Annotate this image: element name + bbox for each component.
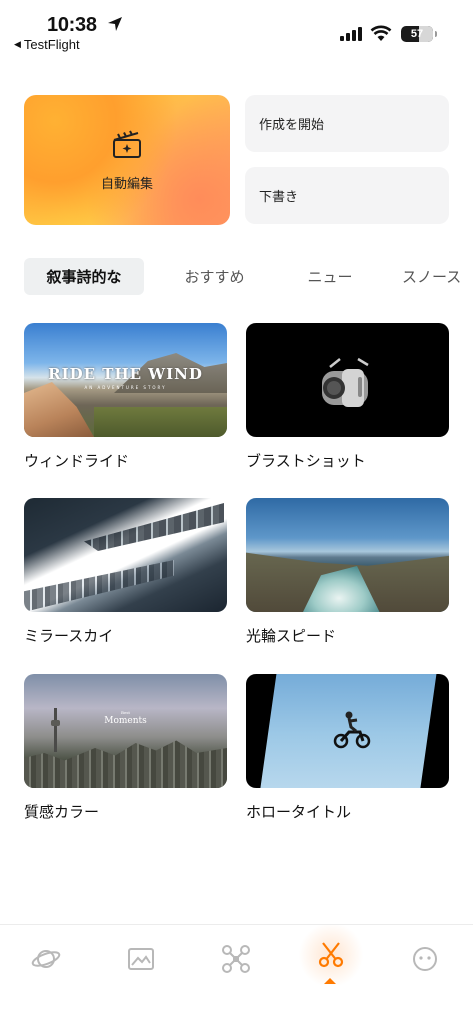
gallery-icon	[128, 948, 154, 970]
template-card[interactable]: 光輪スピード	[246, 498, 449, 646]
tab-label: おすすめ	[184, 268, 245, 286]
tab-album[interactable]	[121, 939, 161, 979]
drafts-label: 下書き	[259, 190, 299, 205]
tab-label: スノース	[402, 268, 462, 286]
battery-indicator: 57	[401, 26, 437, 42]
tab-device[interactable]	[216, 939, 256, 979]
location-arrow-icon	[108, 17, 122, 31]
tab-epic[interactable]: 叙事詩的な	[24, 258, 144, 295]
tab-profile[interactable]	[405, 939, 445, 979]
bottom-tab-bar	[0, 924, 473, 1024]
back-triangle-icon: ◀	[14, 39, 21, 49]
tab-explore[interactable]	[26, 939, 66, 979]
tab-recommended[interactable]: おすすめ	[172, 258, 257, 295]
drafts-button[interactable]: 下書き	[245, 167, 449, 224]
profile-icon	[413, 947, 437, 971]
thumbnail-title: Moments	[104, 716, 147, 726]
status-bar: 10:38 ◀ TestFlight 57	[0, 0, 473, 60]
template-card[interactable]: ブラストショット	[246, 323, 449, 471]
start-creating-button[interactable]: 作成を開始	[245, 95, 449, 152]
thumbnail-subtitle: AN ADVENTURE STORY	[84, 385, 167, 390]
wifi-icon	[370, 25, 392, 41]
cellular-signal-icon	[340, 27, 362, 41]
template-card[interactable]: ミラースカイ	[24, 498, 227, 646]
template-name: ミラースカイ	[24, 627, 114, 645]
planet-icon	[31, 950, 61, 968]
template-name: ホロータイトル	[246, 803, 352, 821]
template-name: 光輪スピード	[246, 627, 337, 645]
status-time: 10:38	[47, 14, 97, 36]
tab-edit[interactable]	[296, 925, 366, 985]
tab-snow[interactable]: スノース	[402, 258, 473, 295]
auto-edit-label: 自動編集	[100, 176, 153, 192]
template-name: ブラストショット	[246, 452, 366, 470]
template-card[interactable]: RIDE THE WIND AN ADVENTURE STORY ウィンドライド	[24, 323, 227, 471]
template-thumbnail	[246, 674, 449, 788]
template-thumbnail	[246, 498, 449, 612]
thumbnail-title-block: Best Moments	[24, 710, 227, 726]
template-thumbnail	[246, 323, 449, 437]
template-thumbnail: Best Moments	[24, 674, 227, 788]
clapperboard-icon	[113, 130, 141, 158]
battery-percent: 57	[410, 28, 424, 40]
tab-label: ニュー	[307, 268, 353, 286]
scissors-icon	[318, 942, 344, 968]
template-name: 質感カラー	[24, 803, 100, 821]
fpv-goggles-image	[322, 357, 369, 407]
drone-icon	[222, 945, 250, 973]
auto-edit-card[interactable]: 自動編集	[24, 95, 230, 225]
thumbnail-small-text: Best	[121, 710, 130, 715]
category-tabs: 叙事詩的な おすすめ ニュー スノース	[24, 258, 473, 296]
template-name: ウィンドライド	[24, 452, 130, 470]
template-thumbnail: RIDE THE WIND AN ADVENTURE STORY	[24, 323, 227, 437]
active-tab-indicator	[324, 978, 336, 984]
back-to-app-link[interactable]: ◀ TestFlight	[14, 37, 80, 52]
back-app-label: TestFlight	[23, 37, 80, 52]
motocross-rider-image	[333, 711, 371, 749]
tab-new[interactable]: ニュー	[296, 258, 364, 295]
template-card[interactable]: Best Moments 質感カラー	[24, 674, 227, 822]
template-card[interactable]: ホロータイトル	[246, 674, 449, 822]
thumbnail-title: RIDE THE WIND	[48, 365, 203, 383]
template-thumbnail	[24, 498, 227, 612]
tab-label: 叙事詩的な	[46, 268, 122, 286]
start-creating-label: 作成を開始	[259, 118, 325, 133]
